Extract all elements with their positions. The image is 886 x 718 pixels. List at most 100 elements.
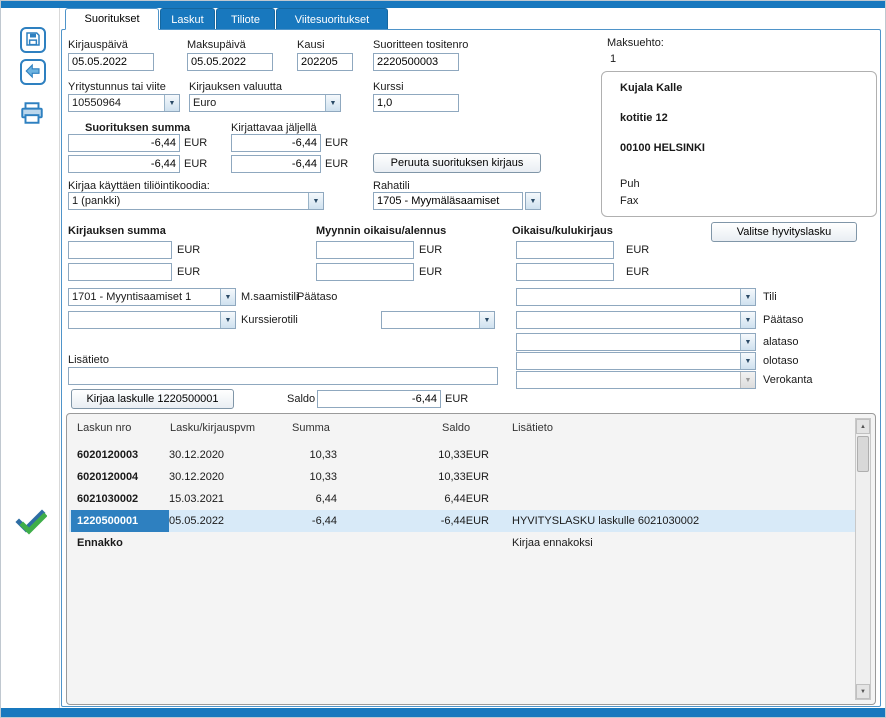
kurssierotili-combo[interactable]: ▼ (68, 311, 236, 329)
customer-address: kotitie 12 (620, 112, 668, 124)
kirjauksen-summa-label: Kirjauksen summa (68, 225, 166, 237)
msaamistili-label: M.saamistili (241, 291, 298, 303)
save-icon (24, 30, 42, 51)
eur-label: EUR (419, 244, 442, 256)
save-button[interactable] (20, 27, 46, 53)
maksupaiva-field[interactable] (187, 53, 273, 71)
table-row[interactable]: Ennakko Kirjaa ennakoksi (69, 532, 855, 554)
paataso-mid-label: Päätaso (297, 291, 337, 303)
rahatili-label: Rahatili (373, 180, 410, 192)
lisatieto-label: Lisätieto (68, 354, 109, 366)
col-lisatieto: Lisätieto (512, 422, 553, 434)
saldo-field[interactable] (317, 390, 441, 408)
kurssi-field[interactable] (373, 94, 459, 112)
maksuehto-label: Maksuehto: (607, 37, 664, 49)
scroll-down-icon[interactable]: ▼ (856, 684, 870, 699)
eur-label: EUR (325, 137, 348, 149)
kirjauspaiva-field[interactable] (68, 53, 154, 71)
paataso-mid-combo[interactable]: ▼ (381, 311, 495, 329)
eur-label: EUR (184, 158, 207, 170)
table-row[interactable]: 6020120004 30.12.2020 10,33 10,33EUR (69, 466, 855, 488)
paataso-combo[interactable]: ▼ (516, 311, 756, 329)
kirjauksen-summa-2[interactable] (68, 263, 172, 281)
chevron-down-icon: ▼ (530, 198, 537, 205)
alataso-label: alataso (763, 336, 798, 348)
myynnin-oikaisu-label: Myynnin oikaisu/alennus (316, 225, 446, 237)
chevron-down-icon[interactable]: ▼ (740, 353, 755, 369)
eur-label: EUR (177, 244, 200, 256)
eur-label: EUR (445, 393, 468, 405)
chevron-down-icon[interactable]: ▼ (220, 312, 235, 328)
myynnin-oikaisu-2[interactable] (316, 263, 414, 281)
scroll-thumb[interactable] (857, 436, 869, 472)
saldo-label: Saldo (287, 393, 315, 405)
rahatili-field[interactable]: 1705 - Myymäläsaamiset (373, 192, 523, 210)
tiliointikoodi-combo[interactable]: 1 (pankki) ▼ (68, 192, 324, 210)
window-titlebar (1, 1, 886, 8)
confirm-check-icon (15, 506, 47, 541)
tab-viitesuoritukset[interactable]: Viitesuoritukset (276, 8, 388, 30)
table-row[interactable]: 6020120003 30.12.2020 10,33 10,33EUR (69, 444, 855, 466)
invoice-table: Laskun nro Lasku/kirjauspvm Summa Saldo … (66, 413, 876, 705)
tili-combo[interactable]: ▼ (516, 288, 756, 306)
alataso-combo[interactable]: ▼ (516, 333, 756, 351)
chevron-down-icon[interactable]: ▼ (308, 193, 323, 209)
undo-button[interactable] (20, 59, 46, 85)
msaamistili-combo[interactable]: 1701 - Myyntisaamiset 1 ▼ (68, 288, 236, 306)
table-scrollbar[interactable]: ▲ ▼ (855, 418, 871, 700)
col-lasku-kirjauspvm: Lasku/kirjauspvm (170, 422, 255, 434)
olotaso-combo[interactable]: ▼ (516, 352, 756, 370)
suoritus-summa-1[interactable] (68, 134, 180, 152)
chevron-down-icon[interactable]: ▼ (740, 334, 755, 350)
suoritus-summa-2[interactable] (68, 155, 180, 173)
valuutta-combo[interactable]: Euro ▼ (189, 94, 341, 112)
peruuta-kirjaus-button[interactable]: Peruuta suorituksen kirjaus (373, 153, 541, 173)
maksuehto-value: 1 (610, 53, 616, 65)
window-bottom-frame (1, 708, 886, 718)
col-saldo: Saldo (442, 422, 470, 434)
lisatieto-field[interactable] (68, 367, 498, 385)
kurssierotili-label: Kurssierotili (241, 314, 298, 326)
confirm-button[interactable] (13, 506, 49, 540)
kirjattavaa-1[interactable] (231, 134, 321, 152)
yritystunnus-combo[interactable]: 10550964 ▼ (68, 94, 180, 112)
eur-label: EUR (184, 137, 207, 149)
table-row-selected[interactable]: 1220500001 05.05.2022 -6,44 -6,44EUR HYV… (69, 510, 855, 532)
kirjauksen-summa-1[interactable] (68, 241, 172, 259)
kausi-field[interactable] (297, 53, 353, 71)
verokanta-combo[interactable]: ▼ (516, 371, 756, 389)
printer-icon (19, 100, 45, 129)
chevron-down-icon[interactable]: ▼ (479, 312, 494, 328)
verokanta-label: Verokanta (763, 374, 813, 386)
eur-label: EUR (177, 266, 200, 278)
valitse-hyvityslasku-button[interactable]: Valitse hyvityslasku (711, 222, 857, 242)
scroll-up-icon[interactable]: ▲ (856, 419, 870, 434)
chevron-down-icon[interactable]: ▼ (740, 289, 755, 305)
oikaisu-kulu-1[interactable] (516, 241, 614, 259)
print-button[interactable] (16, 99, 48, 129)
tositenro-field[interactable] (373, 53, 459, 71)
chevron-down-icon[interactable]: ▼ (220, 289, 235, 305)
app-window: Suoritukset Laskut Tiliote Viitesuorituk… (0, 0, 886, 718)
yritystunnus-label: Yritystunnus tai viite (68, 81, 166, 93)
oikaisu-kulu-2[interactable] (516, 263, 614, 281)
customer-city: 00100 HELSINKI (620, 142, 705, 154)
chevron-down-icon[interactable]: ▼ (740, 312, 755, 328)
tab-suoritukset[interactable]: Suoritukset (65, 8, 159, 30)
chevron-down-icon[interactable]: ▼ (325, 95, 340, 111)
valuutta-label: Kirjauksen valuutta (189, 81, 282, 93)
tab-tiliote[interactable]: Tiliote (216, 8, 275, 30)
suorituksen-summa-label: Suorituksen summa (85, 122, 190, 134)
chevron-down-icon[interactable]: ▼ (164, 95, 179, 111)
myynnin-oikaisu-1[interactable] (316, 241, 414, 259)
rahatili-dropdown-button[interactable]: ▼ (525, 192, 541, 210)
table-row[interactable]: 6021030002 15.03.2021 6,44 6,44EUR (69, 488, 855, 510)
kirjattavaa-2[interactable] (231, 155, 321, 173)
col-laskun-nro: Laskun nro (77, 422, 131, 434)
undo-arrow-icon (24, 62, 42, 83)
kirjaa-laskulle-button[interactable]: Kirjaa laskulle 1220500001 (71, 389, 234, 409)
tiliointikoodi-label: Kirjaa käyttäen tiliöintikoodia: (68, 180, 210, 192)
tab-laskut[interactable]: Laskut (160, 8, 215, 30)
customer-fax-label: Fax (620, 195, 638, 207)
eur-label: EUR (325, 158, 348, 170)
